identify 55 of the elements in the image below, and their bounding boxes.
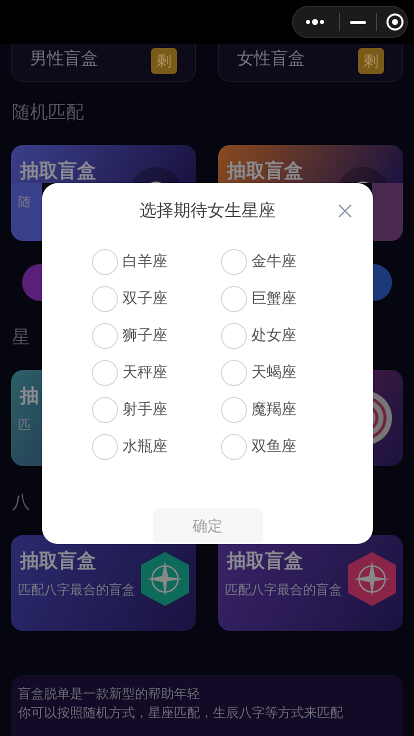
radio-button[interactable] <box>92 286 118 312</box>
card-edge[interactable] <box>372 183 403 241</box>
match-card[interactable]: 抽取盲盒 匹配八字最合的盲盒 <box>11 535 196 631</box>
card-subtitle: 匹配八字最合的盲盒 <box>18 582 135 600</box>
radio-button[interactable] <box>92 322 118 348</box>
radio-button[interactable] <box>92 360 118 386</box>
zodiac-option[interactable]: 金牛座 <box>220 248 324 274</box>
radio-button[interactable] <box>220 286 246 312</box>
remaining-badge: 剩 <box>151 48 177 74</box>
card-subtitle: 随 <box>18 194 31 212</box>
card-title: 抽取盲盒 <box>227 159 303 183</box>
zodiac-option[interactable]: 天蝎座 <box>220 360 324 386</box>
compass-icon <box>347 551 397 607</box>
gender-card[interactable]: 女性盲盒 剩 <box>218 44 403 82</box>
description-line: 你可以按照随机方式，星座匹配，生辰八字等方式来匹配 <box>18 705 343 723</box>
radio-button[interactable] <box>92 434 118 460</box>
card-label: 男性盲盒 <box>30 48 98 71</box>
radio-button[interactable] <box>92 248 118 274</box>
remaining-badge: 剩 <box>358 48 384 74</box>
dialog-title: 选择期待女生星座 <box>140 200 276 223</box>
section-title: 随机匹配 <box>12 101 84 125</box>
description-line: 盲盒脱单是一款新型的帮助年轻 <box>18 686 200 704</box>
radio-button[interactable] <box>92 396 118 422</box>
radio-button[interactable] <box>220 248 246 274</box>
zodiac-option[interactable]: 双子座 <box>92 286 194 312</box>
close-circle-icon[interactable] <box>386 13 404 31</box>
section-title: 星 <box>12 326 30 350</box>
zodiac-option[interactable]: 魔羯座 <box>220 396 324 422</box>
zodiac-option[interactable]: 巨蟹座 <box>220 286 324 312</box>
capsule-menu[interactable] <box>292 6 408 38</box>
compass-icon <box>140 551 190 607</box>
radio-button[interactable] <box>220 434 246 460</box>
card-subtitle: 匹配八字最合的盲盒 <box>225 582 342 600</box>
card-label: 女性盲盒 <box>237 48 305 71</box>
zodiac-option[interactable]: 天秤座 <box>92 360 194 386</box>
radio-button[interactable] <box>220 360 246 386</box>
match-card[interactable]: 抽取盲盒 匹配八字最合的盲盒 <box>218 535 403 631</box>
section-title: 八 <box>12 491 30 515</box>
close-icon[interactable] <box>338 204 352 218</box>
zodiac-option[interactable]: 处女座 <box>220 322 324 348</box>
minimize-icon[interactable] <box>350 20 366 24</box>
zodiac-option[interactable]: 狮子座 <box>92 322 194 348</box>
card-title: 抽 <box>20 384 39 409</box>
card-title: 抽取盲盒 <box>20 549 96 574</box>
zodiac-option[interactable]: 水瓶座 <box>92 434 194 460</box>
zodiac-option[interactable]: 双鱼座 <box>220 434 324 460</box>
card-title: 抽取盲盒 <box>227 549 303 574</box>
card-subtitle: 匹 <box>18 417 31 435</box>
more-icon[interactable] <box>305 19 325 25</box>
radio-button[interactable] <box>220 322 246 348</box>
zodiac-option[interactable]: 射手座 <box>92 396 194 422</box>
zodiac-option[interactable]: 白羊座 <box>92 248 194 274</box>
radio-button[interactable] <box>220 396 246 422</box>
card-title: 抽取盲盒 <box>20 159 96 183</box>
gender-card[interactable]: 男性盲盒 剩 <box>11 44 196 82</box>
